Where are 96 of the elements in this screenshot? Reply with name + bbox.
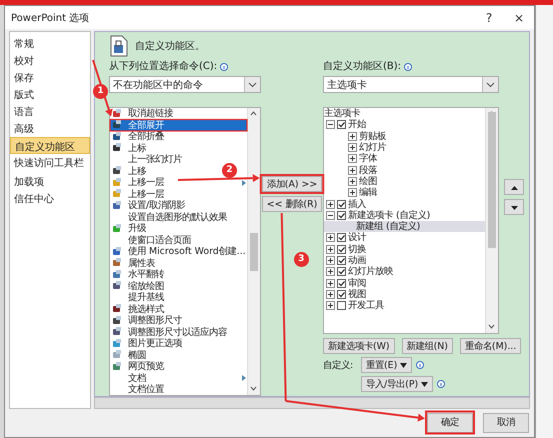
move-down-button[interactable] bbox=[504, 199, 524, 215]
tree-row[interactable]: 幻灯片放映 bbox=[324, 266, 485, 278]
tree-row[interactable]: 新建组 (自定义) bbox=[324, 220, 485, 232]
command-item[interactable]: 挑选样式 bbox=[110, 304, 247, 315]
command-item[interactable]: 水平翻转 bbox=[110, 269, 247, 280]
highlight-frame bbox=[260, 174, 324, 194]
checked-checkbox[interactable] bbox=[337, 256, 346, 265]
section-title: 自定义功能区。 bbox=[135, 40, 205, 53]
command-item[interactable]: 网页预览 bbox=[110, 361, 247, 372]
tree-row[interactable]: 段落 bbox=[324, 164, 485, 176]
scrollbar-thumb[interactable] bbox=[250, 233, 258, 271]
vertical-scrollbar[interactable] bbox=[485, 108, 498, 333]
sidebar-item[interactable]: 加载项 bbox=[10, 173, 90, 190]
tree-row[interactable]: 开始 bbox=[324, 119, 485, 131]
vertical-scrollbar[interactable] bbox=[247, 108, 260, 395]
sidebar-item[interactable]: 版式 bbox=[10, 86, 90, 103]
command-item[interactable]: 上移一层 bbox=[110, 177, 247, 188]
tree-row[interactable]: 绘图 bbox=[324, 176, 485, 188]
tree-row[interactable]: 字体 bbox=[324, 153, 485, 164]
scrollbar-thumb[interactable] bbox=[488, 112, 496, 248]
tree-row[interactable]: 视图 bbox=[324, 288, 485, 300]
info-icon bbox=[404, 63, 412, 71]
checked-checkbox[interactable] bbox=[337, 290, 346, 299]
tree-row[interactable]: 动画 bbox=[324, 254, 485, 266]
field-label: 自定义: bbox=[323, 358, 354, 372]
command-item[interactable]: 使用 Microsoft Word创建... bbox=[110, 246, 247, 258]
help-button[interactable]: ? bbox=[474, 10, 504, 24]
tree-row[interactable]: 审阅 bbox=[324, 277, 485, 289]
up-arrow-icon bbox=[510, 186, 518, 190]
tree-row[interactable]: 剪贴板 bbox=[324, 130, 485, 142]
checked-checkbox[interactable] bbox=[337, 120, 346, 130]
window-title: PowerPoint 选项 bbox=[11, 12, 90, 24]
command-item[interactable]: 上一张幻灯片 bbox=[110, 154, 247, 166]
info-icon bbox=[220, 63, 228, 71]
tree-row[interactable]: 插入 bbox=[324, 198, 485, 210]
field-label: 自定义功能区(B): bbox=[323, 61, 402, 73]
caret-icon bbox=[400, 362, 408, 368]
command-item[interactable]: 全部折叠 bbox=[110, 131, 247, 142]
reset-button[interactable]: 重置(E) bbox=[361, 357, 412, 373]
command-item[interactable]: 缩放绘图 bbox=[110, 280, 247, 292]
sidebar-item[interactable]: 信任中心 bbox=[10, 190, 90, 207]
ribbon-dropdown[interactable]: 主选项卡 bbox=[323, 76, 499, 93]
checked-checkbox[interactable] bbox=[337, 200, 346, 209]
ribbon-action-button[interactable]: 新建选项卡(W) bbox=[323, 338, 395, 354]
field-label: 从下列位置选择命令(C): bbox=[109, 61, 218, 73]
command-item[interactable]: 提升基线 bbox=[110, 292, 247, 304]
command-item[interactable]: 设置自选图形的默认效果 bbox=[110, 212, 247, 223]
command-item[interactable]: 调整图形尺寸 bbox=[110, 315, 247, 326]
checked-checkbox[interactable] bbox=[337, 233, 346, 242]
command-item[interactable]: 文档位置 bbox=[110, 384, 247, 395]
info-icon bbox=[437, 380, 446, 388]
tree-header: 主选项卡 bbox=[324, 108, 360, 120]
command-item[interactable]: 上标 bbox=[110, 142, 247, 154]
checked-checkbox[interactable] bbox=[337, 278, 346, 288]
tree-row[interactable]: 编辑 bbox=[324, 187, 485, 198]
command-item[interactable]: 文档 bbox=[110, 372, 247, 384]
ok-button[interactable]: 确定 bbox=[427, 412, 473, 432]
down-arrow-icon bbox=[510, 206, 518, 210]
cancel-button[interactable]: 取消 bbox=[483, 412, 529, 432]
sidebar-item[interactable]: 快速访问工具栏 bbox=[10, 154, 90, 171]
remove-button[interactable]: << 删除(R) bbox=[262, 196, 322, 212]
sidebar-item[interactable]: 语言 bbox=[10, 103, 90, 120]
sidebar-item[interactable]: 高级 bbox=[10, 120, 90, 137]
commands-dropdown[interactable]: 不在功能区中的命令 bbox=[109, 76, 261, 93]
sidebar-item[interactable]: 保存 bbox=[10, 69, 90, 86]
sidebar-item[interactable]: 常规 bbox=[10, 35, 90, 52]
add-button[interactable]: 添加(A) >> bbox=[262, 176, 322, 192]
sidebar-item[interactable]: 校对 bbox=[10, 52, 90, 69]
command-item[interactable]: 升级 bbox=[110, 223, 247, 234]
checkbox[interactable] bbox=[337, 301, 346, 310]
command-item[interactable]: 属性表 bbox=[110, 258, 247, 269]
checked-checkbox[interactable] bbox=[337, 210, 346, 220]
command-item[interactable]: 设置/取消阴影 bbox=[110, 200, 247, 212]
tree-row[interactable]: 切换 bbox=[324, 244, 485, 255]
command-item[interactable]: 调整图形尺寸以适应内容 bbox=[110, 326, 247, 338]
tree-row[interactable]: 新建选项卡 (自定义) bbox=[324, 210, 485, 221]
horizontal-scrollbar[interactable] bbox=[94, 397, 530, 409]
sidebar-item[interactable]: 自定义功能区 bbox=[10, 137, 90, 154]
command-item[interactable]: 上移一层 bbox=[110, 188, 247, 200]
ribbon-action-button[interactable]: 重命名(M)... bbox=[460, 338, 522, 354]
tree-row[interactable]: 开发工具 bbox=[324, 300, 485, 312]
info-icon bbox=[416, 361, 424, 369]
tree-row[interactable]: 设计 bbox=[324, 232, 485, 244]
close-button[interactable]: × bbox=[504, 10, 534, 24]
checked-checkbox[interactable] bbox=[337, 267, 346, 276]
tree-row[interactable]: 幻灯片 bbox=[324, 142, 485, 154]
ribbon-action-button[interactable]: 新建组(N) bbox=[402, 338, 453, 354]
command-item[interactable]: 椭圆 bbox=[110, 350, 247, 361]
caret-icon bbox=[421, 382, 428, 386]
document-lock-icon bbox=[109, 35, 129, 57]
highlight-frame bbox=[425, 410, 475, 434]
command-item[interactable]: 图片更正选项 bbox=[110, 338, 247, 350]
command-item[interactable]: 使窗口适合页面 bbox=[110, 234, 247, 246]
move-up-button[interactable] bbox=[504, 179, 524, 195]
import-export-button[interactable]: 导入/导出(P) bbox=[361, 376, 434, 392]
checked-checkbox[interactable] bbox=[337, 244, 346, 254]
